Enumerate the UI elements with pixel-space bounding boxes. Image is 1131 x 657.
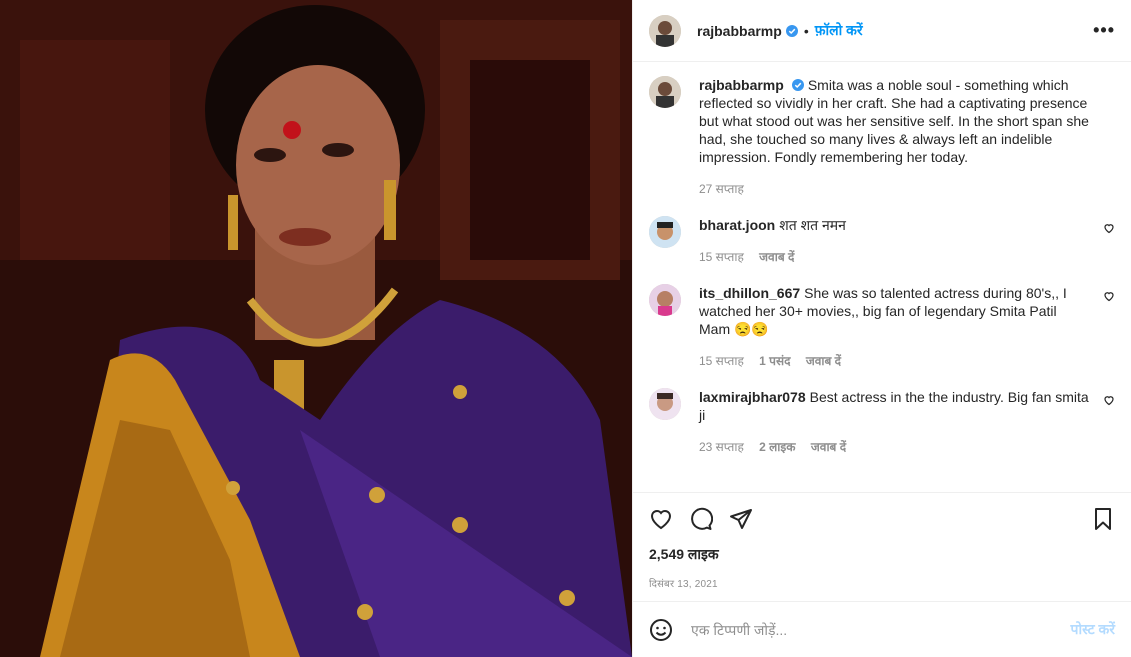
comment-username[interactable]: laxmirajbhar078: [699, 389, 806, 405]
comment-time[interactable]: 23 सप्ताह: [699, 440, 744, 454]
post-photo: [0, 0, 632, 657]
heart-icon[interactable]: [649, 507, 673, 531]
comment-likes[interactable]: 2 लाइक: [759, 440, 795, 454]
author-username[interactable]: rajbabbarmp: [697, 23, 782, 39]
reply-button[interactable]: जवाब दें: [759, 250, 794, 264]
post-header: rajbabbarmp • फ़ॉलो करें •••: [633, 0, 1131, 62]
share-icon[interactable]: [729, 507, 753, 531]
comment-item: laxmirajbhar078 Best actress in the the i…: [649, 388, 1115, 456]
author-avatar[interactable]: [649, 14, 681, 47]
comment-username[interactable]: its_dhillon_667: [699, 285, 800, 301]
post-actions: 2,549 लाइक दिसंबर 13, 2021: [633, 492, 1131, 590]
post-sidebar: rajbabbarmp • फ़ॉलो करें ••• rajbabbarmp…: [632, 0, 1131, 657]
more-options-icon[interactable]: •••: [1093, 20, 1115, 41]
bookmark-icon[interactable]: [1091, 507, 1115, 531]
commenter-avatar[interactable]: [649, 388, 681, 420]
separator-dot: •: [803, 22, 809, 39]
post-comment-button[interactable]: पोस्ट करें: [1071, 620, 1115, 639]
follow-button[interactable]: फ़ॉलो करें: [815, 21, 863, 40]
caption: rajbabbarmp Smita was a noble soul - some…: [649, 76, 1115, 198]
comment-like-heart-icon[interactable]: [1103, 222, 1115, 234]
verified-icon: [785, 24, 798, 37]
add-comment-bar: पोस्ट करें: [633, 601, 1131, 657]
emoji-icon[interactable]: [649, 618, 673, 642]
author-avatar[interactable]: [649, 76, 681, 108]
verified-icon: [791, 79, 804, 91]
reply-button[interactable]: जवाब दें: [811, 440, 846, 454]
commenter-avatar[interactable]: [649, 284, 681, 316]
comment-username[interactable]: bharat.joon: [699, 217, 775, 233]
caption-username[interactable]: rajbabbarmp: [699, 77, 784, 93]
comment-time[interactable]: 15 सप्ताह: [699, 354, 744, 368]
comment-likes[interactable]: 1 पसंद: [759, 354, 790, 368]
commenter-avatar[interactable]: [649, 216, 681, 248]
comment-item: its_dhillon_667 She was so talented actre…: [649, 284, 1115, 370]
comment-like-heart-icon[interactable]: [1103, 290, 1115, 302]
comment-time[interactable]: 15 सप्ताह: [699, 250, 744, 264]
caption-time[interactable]: 27 सप्ताह: [699, 182, 744, 196]
post-date: दिसंबर 13, 2021: [649, 579, 718, 590]
comment-input[interactable]: [689, 620, 1071, 639]
comment-like-heart-icon[interactable]: [1103, 394, 1115, 406]
like-count[interactable]: 2,549 लाइक: [649, 545, 1115, 564]
comment-item: bharat.joon शत शत नमन 15 सप्ताह जवाब दें: [649, 216, 1115, 266]
reply-button[interactable]: जवाब दें: [806, 354, 841, 368]
comment-text: शत शत नमन: [779, 217, 846, 233]
comment-icon[interactable]: [689, 507, 713, 531]
comments-list[interactable]: rajbabbarmp Smita was a noble soul - some…: [633, 62, 1131, 492]
